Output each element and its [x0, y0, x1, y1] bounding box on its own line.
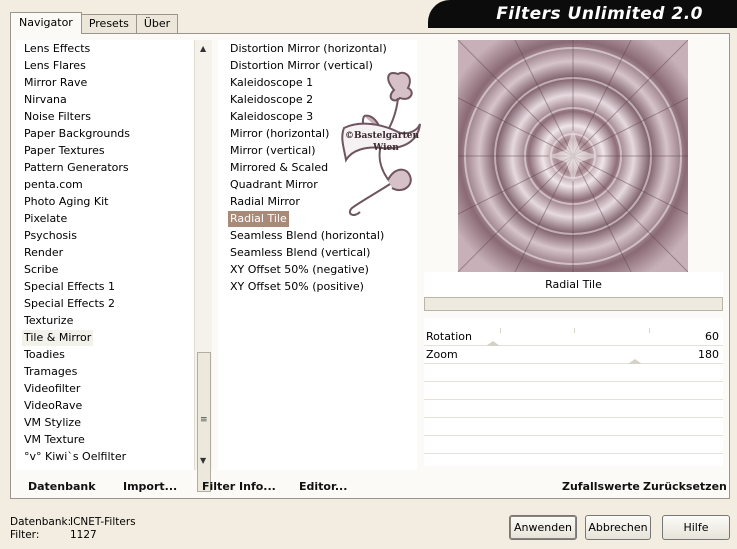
tab-ueber[interactable]: Über [135, 14, 179, 34]
category-item[interactable]: Pixelate [22, 211, 69, 227]
category-item[interactable]: Render [22, 245, 65, 261]
preview-progress-bar [424, 297, 723, 311]
filter-info-button[interactable]: Filter Info... [202, 480, 276, 493]
filter-item[interactable]: Seamless Blend (horizontal) [228, 228, 386, 244]
cancel-button[interactable]: Abbrechen [585, 515, 651, 540]
filter-item[interactable]: Kaleidoscope 3 [228, 109, 315, 125]
category-item[interactable]: Nirvana [22, 92, 69, 108]
category-item[interactable]: Tramages [22, 364, 79, 380]
tab-navigator[interactable]: Navigator [10, 12, 82, 34]
tab-presets[interactable]: Presets [80, 14, 137, 34]
filter-item[interactable]: Radial Mirror [228, 194, 302, 210]
preview-image [458, 40, 688, 272]
category-list[interactable]: Lens Effects Lens Flares Mirror Rave Nirvan… [16, 40, 212, 470]
category-item[interactable]: Lens Flares [22, 58, 88, 74]
category-item[interactable]: Mirror Rave [22, 75, 89, 91]
param-row-rotation[interactable]: Rotation 60 [424, 328, 723, 346]
bastelgarten-watermark: ©Bastelgarten Wien [341, 71, 421, 216]
watermark-line1: ©Bastelgarten [345, 131, 420, 141]
filter-item[interactable]: Mirror (horizontal) [228, 126, 331, 142]
category-item[interactable]: VM Texture [22, 432, 87, 448]
param-row-empty [424, 436, 723, 454]
category-item[interactable]: VM Stylize [22, 415, 83, 431]
status-filter-value: 1127 [70, 529, 97, 541]
status-db-value: ICNET-Filters [70, 516, 136, 528]
category-item[interactable]: Toadies [22, 347, 67, 363]
category-item[interactable]: Tile & Mirror [22, 330, 94, 346]
filter-item[interactable]: XY Offset 50% (positive) [228, 279, 366, 295]
current-filter-name: Radial Tile [424, 272, 723, 297]
filter-item[interactable]: Kaleidoscope 2 [228, 92, 315, 108]
datenbank-button[interactable]: Datenbank [28, 480, 96, 493]
param-value: 60 [705, 330, 719, 343]
watermark-line2: Wien [372, 143, 399, 153]
category-item[interactable]: Special Effects 2 [22, 296, 117, 312]
scrollbar-thumb[interactable]: ≡ [197, 352, 211, 492]
random-values-button[interactable]: Zufallswerte [562, 480, 640, 493]
filter-item[interactable]: XY Offset 50% (negative) [228, 262, 371, 278]
status-db-label: Datenbank: [10, 516, 72, 528]
editor-button[interactable]: Editor... [299, 480, 347, 493]
apply-button[interactable]: Anwenden [509, 515, 577, 540]
parameter-list: Rotation 60 Zoom 180 [424, 318, 723, 466]
import-button[interactable]: Import... [123, 480, 177, 493]
tab-bar: Navigator Presets Über [10, 12, 179, 34]
help-button[interactable]: Hilfe [662, 515, 730, 540]
category-item[interactable]: VideoRave [22, 398, 84, 414]
category-item[interactable]: Pattern Generators [22, 160, 131, 176]
slider-tick [574, 328, 575, 333]
filter-item[interactable]: Mirror (vertical) [228, 143, 318, 159]
param-row-empty [424, 364, 723, 382]
category-item[interactable]: Special Effects 1 [22, 279, 117, 295]
category-item[interactable]: °v° Kiwi`s Oelfilter [22, 449, 128, 465]
category-item[interactable]: Noise Filters [22, 109, 93, 125]
param-row-zoom[interactable]: Zoom 180 [424, 346, 723, 364]
category-item[interactable]: Texturize [22, 313, 75, 329]
status-filter-count: Filter: 1127 [10, 529, 97, 541]
filter-item[interactable]: Mirrored & Scaled [228, 160, 330, 176]
category-item[interactable]: Scribe [22, 262, 60, 278]
category-item[interactable]: Photo Aging Kit [22, 194, 110, 210]
category-item[interactable]: Videofilter [22, 381, 82, 397]
slider-tick [649, 328, 650, 333]
param-label: Zoom [426, 348, 458, 361]
reset-button[interactable]: Zurücksetzen [643, 480, 727, 493]
title-banner: Filters Unlimited 2.0 [428, 0, 737, 28]
category-scrollbar[interactable]: ▲ ≡ ▼ [194, 40, 212, 492]
status-database: Datenbank: ICNET-Filters [10, 516, 136, 528]
category-item[interactable]: penta.com [22, 177, 85, 193]
filter-item[interactable]: Radial Tile [228, 211, 289, 227]
param-row-empty [424, 382, 723, 400]
category-item[interactable]: Lens Effects [22, 41, 92, 57]
param-label: Rotation [426, 330, 473, 343]
slider-tick [500, 328, 501, 333]
param-row-empty [424, 418, 723, 436]
category-item[interactable]: Psychosis [22, 228, 79, 244]
radial-tile-preview [458, 40, 688, 272]
filter-item[interactable]: Quadrant Mirror [228, 177, 320, 193]
status-filter-label: Filter: [10, 529, 40, 541]
category-item[interactable]: Paper Backgrounds [22, 126, 132, 142]
scroll-up-arrow-icon[interactable]: ▲ [200, 44, 206, 53]
category-item[interactable]: Paper Textures [22, 143, 107, 159]
param-row-empty [424, 400, 723, 418]
banner-title: Filters Unlimited 2.0 [496, 4, 703, 24]
filter-item[interactable]: Kaleidoscope 1 [228, 75, 315, 91]
param-value: 180 [698, 348, 719, 361]
filter-item[interactable]: Distortion Mirror (horizontal) [228, 41, 389, 57]
filter-item[interactable]: Seamless Blend (vertical) [228, 245, 372, 261]
grip-icon: ≡ [200, 415, 208, 425]
scroll-down-arrow-icon[interactable]: ▼ [200, 456, 206, 465]
